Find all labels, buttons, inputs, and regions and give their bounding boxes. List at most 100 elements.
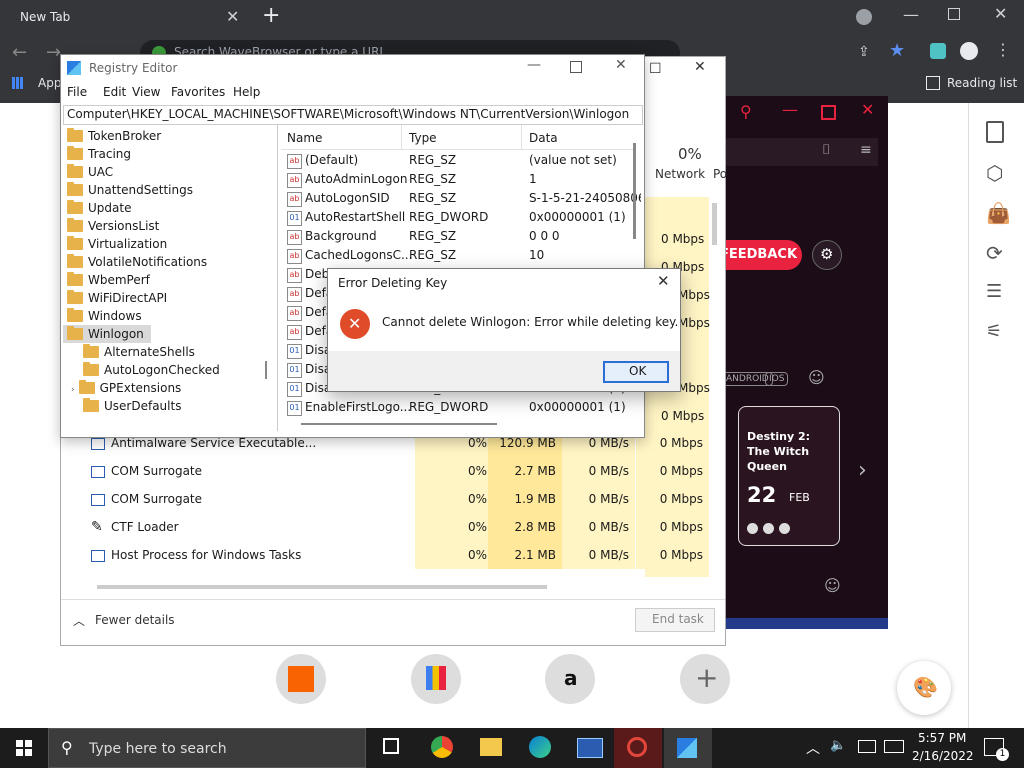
ok-button[interactable]: OK (603, 361, 669, 383)
registry-value-row[interactable]: 01 AutoRestartShell REG_DWORD 0x00000001 (1… (281, 208, 633, 227)
widget-search-field[interactable] (722, 138, 878, 166)
task-view-icon[interactable] (383, 738, 399, 754)
tree-key-selected-winlogon[interactable]: Winlogon (63, 325, 151, 343)
settings-gear-button[interactable]: ⚙ (812, 240, 842, 270)
game-card[interactable]: Destiny 2: The Witch Queen 22 FEB (738, 406, 840, 546)
feedback-button[interactable]: FEEDBACK (720, 240, 802, 270)
menu-kebab-icon[interactable]: ⋮ (995, 40, 1011, 59)
tree-key[interactable]: VersionsList (67, 217, 159, 235)
values-hscroll[interactable] (301, 423, 497, 425)
tree-key[interactable]: Tracing (67, 145, 131, 163)
tree-scrollbar[interactable] (265, 361, 267, 379)
column-name[interactable]: Name (287, 131, 322, 145)
tree-key[interactable]: UAC (67, 163, 113, 181)
reading-list-button[interactable]: Reading list (947, 76, 1017, 90)
regedit-maximize-icon[interactable] (570, 61, 582, 73)
process-row[interactable]: ✎ CTF Loader 0% 2.8 MB 0 MB/s 0 Mbps (61, 513, 709, 541)
tree-key[interactable]: Virtualization (67, 235, 167, 253)
registry-path-field[interactable]: Computer\HKEY_LOCAL_MACHINE\SOFTWARE\Mic… (63, 105, 643, 125)
edge-taskbar-icon[interactable] (529, 736, 551, 758)
process-row[interactable]: COM Surrogate 0% 1.9 MB 0 MB/s 0 Mbps (61, 485, 709, 513)
new-tab-icon[interactable]: + (262, 3, 280, 28)
camera-icon[interactable]: ⌷ (822, 142, 830, 158)
tree-subkey[interactable]: AlternateShells (83, 343, 195, 361)
keyboard-icon[interactable] (884, 740, 904, 753)
minimize-window-icon[interactable]: — (903, 5, 919, 24)
file-explorer-icon[interactable] (480, 738, 502, 756)
tree-key[interactable]: Update (67, 199, 131, 217)
column-data[interactable]: Data (529, 131, 558, 145)
menu-favorites[interactable]: Favorites (171, 85, 225, 99)
package-icon[interactable]: ⬡ (986, 161, 1008, 185)
bookmark-star-icon[interactable]: ★ (889, 40, 905, 61)
tree-subkey[interactable]: › GPExtensions (71, 379, 181, 397)
network-column-header[interactable]: Network (655, 167, 705, 181)
tree-subkey[interactable]: AutoLogonChecked (83, 361, 220, 379)
tree-key[interactable]: Windows (67, 307, 142, 325)
forward-icon[interactable]: → (46, 42, 61, 63)
emoji-icon[interactable]: ☺ (808, 368, 825, 387)
share-icon[interactable]: ⇪ (858, 44, 870, 60)
tm-maximize-icon[interactable]: ☐ (649, 61, 662, 77)
task-manager-taskbar-icon[interactable] (577, 738, 603, 758)
widget-close-icon[interactable]: ✕ (861, 100, 874, 119)
registry-value-row[interactable]: ab AutoLogonSID REG_SZ S-1-5-21-24050806 (281, 189, 641, 208)
apps-grid-icon[interactable] (12, 77, 24, 89)
registry-value-row[interactable]: ab (Default) REG_SZ (value not set) (281, 151, 633, 170)
registry-value-row[interactable]: ab Background REG_SZ 0 0 0 (281, 227, 633, 246)
refresh-icon[interactable]: ⟳ (986, 241, 1008, 265)
filter-icon[interactable]: ≡ (860, 142, 872, 158)
shortcut-home-depot[interactable] (276, 654, 326, 704)
customize-palette-button[interactable]: 🎨 (897, 661, 951, 715)
platform-tag-ios[interactable]: IOS (765, 372, 789, 386)
checklist-icon[interactable]: ☰ (986, 281, 1008, 303)
account-icon[interactable] (960, 42, 978, 60)
tab-new-tab[interactable]: New Tab ✕ (8, 2, 248, 34)
menu-help[interactable]: Help (233, 85, 260, 99)
tm-vertical-scrollbar[interactable] (712, 203, 717, 245)
clock-time[interactable]: 5:57 PM (918, 731, 966, 745)
clock-date[interactable]: 2/16/2022 (912, 749, 974, 763)
tm-close-icon[interactable]: ✕ (694, 59, 706, 75)
widget-search-icon[interactable]: ⚲ (740, 102, 752, 121)
tm-horizontal-scrollbar[interactable] (97, 585, 547, 589)
next-arrow-icon[interactable]: › (858, 458, 867, 483)
shortcut-amazon[interactable]: a (545, 654, 595, 704)
start-windows-icon[interactable] (16, 740, 32, 756)
opera-gx-taskbar-item[interactable] (614, 728, 662, 768)
end-task-button[interactable]: End task (635, 608, 715, 632)
show-hidden-icons[interactable]: ︿ (806, 738, 820, 758)
extensions-icon[interactable] (930, 43, 946, 59)
tree-subkey[interactable]: UserDefaults (83, 397, 181, 415)
power-column-header[interactable]: Po (713, 167, 727, 181)
registry-value-row[interactable]: ab AutoAdminLogon REG_SZ 1 (281, 170, 633, 189)
process-row[interactable]: COM Surrogate 0% 2.7 MB 0 MB/s 0 Mbps (61, 457, 709, 485)
tree-key[interactable]: TokenBroker (67, 127, 161, 145)
shopping-bag-icon[interactable]: 👜 (986, 201, 1011, 225)
fewer-details-button[interactable]: Fewer details (95, 613, 175, 627)
sliders-icon[interactable]: ⚟ (986, 321, 1008, 343)
tree-key[interactable]: UnattendSettings (67, 181, 193, 199)
bookmarks-panel-icon[interactable] (986, 121, 1004, 143)
chrome-taskbar-icon[interactable] (431, 736, 453, 758)
reading-list-icon[interactable] (926, 76, 940, 90)
tree-key[interactable]: WbemPerf (67, 271, 150, 289)
menu-view[interactable]: View (132, 85, 160, 99)
taskbar-search-box[interactable]: ⚲ Type here to search (48, 728, 366, 768)
widget-minimize-icon[interactable]: — (782, 100, 798, 119)
chevron-right-icon[interactable]: › (71, 385, 75, 395)
volume-icon[interactable]: 🔈 (830, 738, 846, 753)
widget-maximize-icon[interactable] (821, 105, 836, 120)
regedit-close-icon[interactable]: ✕ (615, 57, 627, 73)
process-row[interactable]: Host Process for Windows Tasks 0% 2.1 MB… (61, 541, 709, 569)
regedit-taskbar-item[interactable] (664, 728, 712, 768)
emoji-icon-bottom[interactable]: ☺ (824, 576, 841, 595)
menu-file[interactable]: File (67, 85, 87, 99)
tree-key[interactable]: WiFiDirectAPI (67, 289, 167, 307)
regedit-minimize-icon[interactable]: — (527, 57, 541, 73)
back-icon[interactable]: ← (12, 42, 27, 63)
dialog-close-icon[interactable]: ✕ (657, 272, 670, 290)
close-window-icon[interactable]: ✕ (994, 4, 1007, 23)
shortcut-shopping[interactable] (411, 654, 461, 704)
shortcut-add[interactable]: + (680, 654, 730, 704)
